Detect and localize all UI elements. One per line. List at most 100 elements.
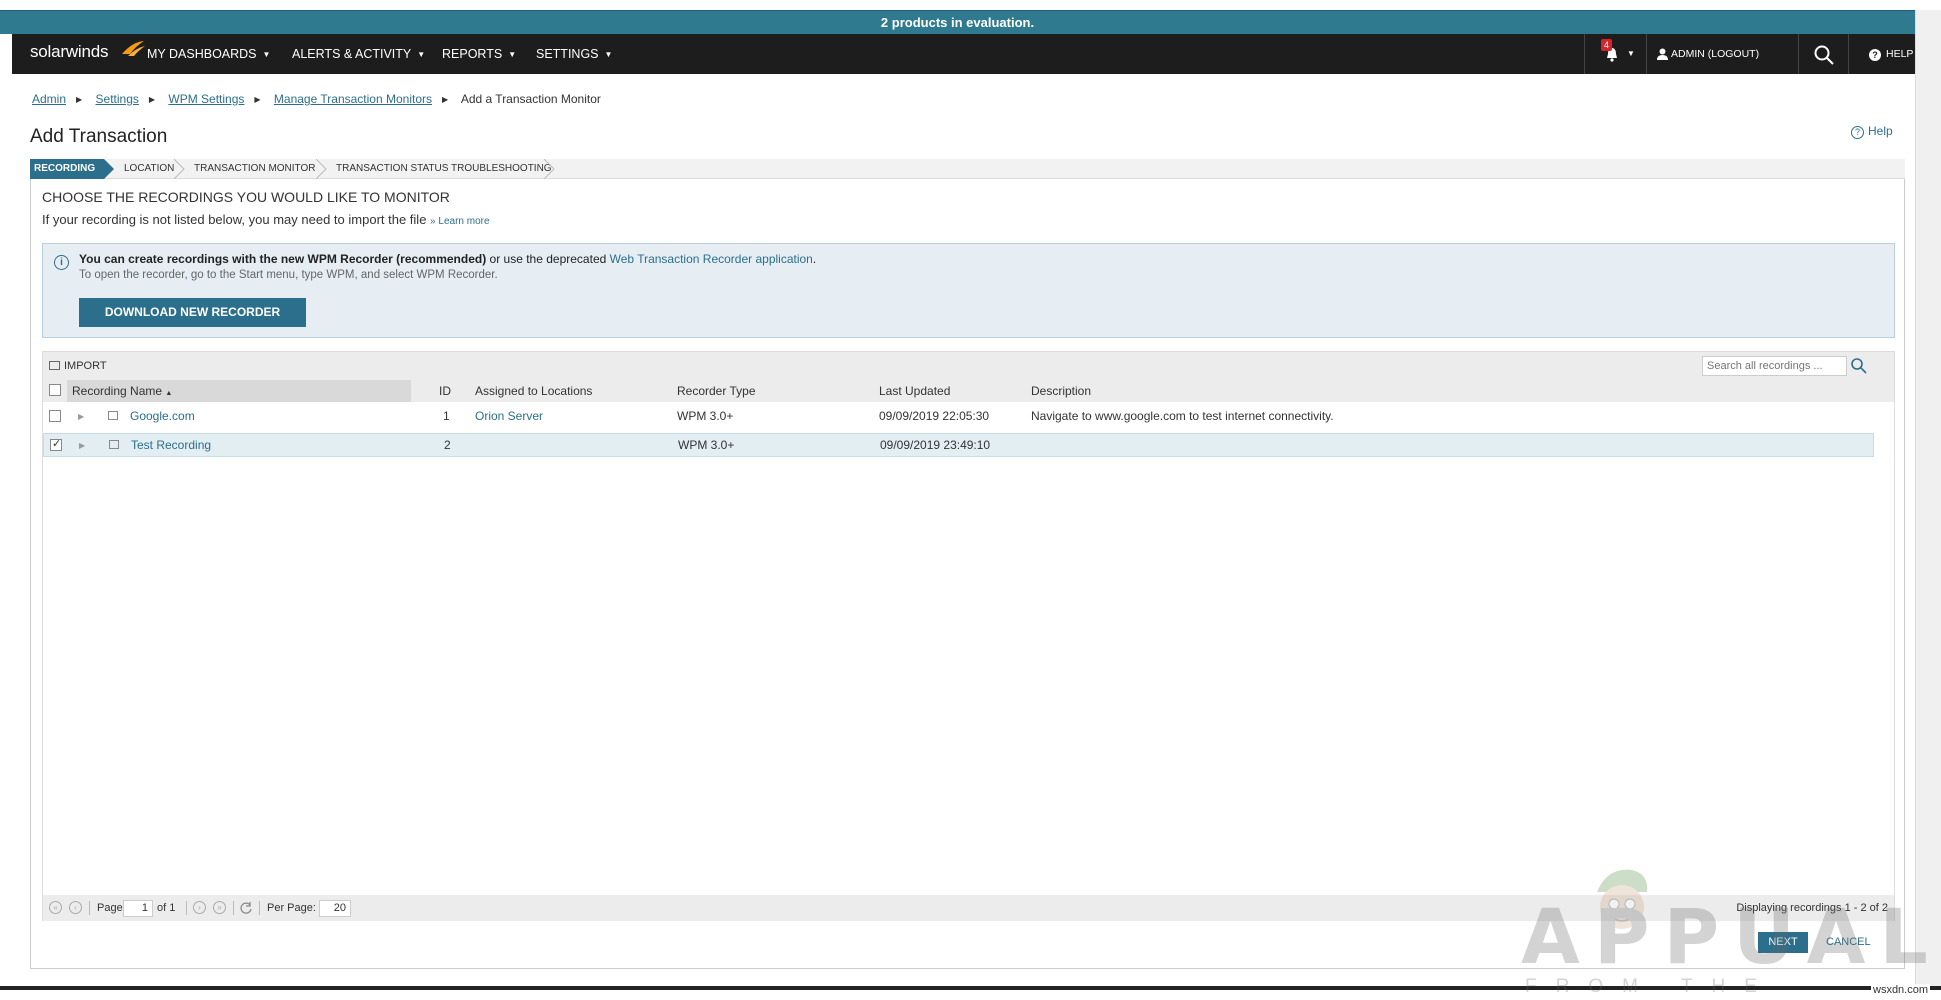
- info-line2: To open the recorder, go to the Start me…: [79, 269, 498, 281]
- per-page-label: Per Page:: [267, 902, 316, 914]
- help-label: HELP: [1886, 48, 1914, 60]
- per-page-input[interactable]: 20: [319, 900, 351, 917]
- expand-row-icon[interactable]: ▶: [79, 441, 85, 450]
- nav-alerts-activity-label: ALERTS & ACTIVITY: [292, 47, 412, 61]
- row-checkbox[interactable]: [50, 437, 62, 451]
- recordings-grid: IMPORT Recording Name ▲ ID Assigned to L…: [42, 351, 1895, 921]
- content-panel: CHOOSE THE RECORDINGS YOU WOULD LIKE TO …: [30, 179, 1905, 969]
- breadcrumb-separator-icon: ▶: [254, 95, 261, 104]
- column-assigned-locations[interactable]: Assigned to Locations: [475, 380, 592, 402]
- section-subtext: If your recording is not listed below, y…: [42, 212, 490, 227]
- page-of-label: of 1: [157, 902, 176, 914]
- refresh-icon[interactable]: [239, 901, 253, 915]
- page-label: Page: [97, 902, 123, 914]
- page-number-input[interactable]: 1: [123, 900, 153, 917]
- appuals-watermark: APPUALS FROM THE EXPERTS: [1515, 862, 1941, 1000]
- subtext-label: If your recording is not listed below, y…: [42, 212, 427, 227]
- search-recordings-input[interactable]: [1702, 356, 1847, 376]
- wizard-step-location: LOCATION: [124, 163, 175, 174]
- info-bold-text: You can create recordings with the new W…: [79, 252, 487, 266]
- pager-divider: [89, 901, 90, 915]
- search-icon[interactable]: [1849, 356, 1869, 376]
- expand-row-icon[interactable]: ▶: [78, 412, 84, 421]
- column-description[interactable]: Description: [1031, 380, 1091, 402]
- search-icon: [1814, 45, 1834, 65]
- admin-logout-button[interactable]: ADMIN (LOGOUT): [1646, 34, 1798, 74]
- recording-icon: [108, 411, 118, 420]
- nav-my-dashboards[interactable]: MY DASHBOARDS ▼: [147, 34, 270, 74]
- last-updated: 09/09/2019 22:05:30: [879, 409, 990, 423]
- previous-page-icon[interactable]: ‹: [69, 901, 82, 914]
- first-page-icon[interactable]: «: [49, 901, 62, 914]
- last-updated: 09/09/2019 23:49:10: [880, 438, 991, 452]
- window-scrollbar[interactable]: [1915, 10, 1941, 990]
- page-help-link[interactable]: ? Help: [1851, 124, 1893, 139]
- wizard-step-troubleshooting: TRANSACTION STATUS TROUBLESHOOTING: [336, 163, 552, 174]
- assigned-location-link[interactable]: Orion Server: [475, 404, 543, 428]
- download-recorder-button[interactable]: DOWNLOAD NEW RECORDER: [79, 298, 306, 327]
- import-icon: [49, 361, 60, 370]
- column-id[interactable]: ID: [439, 380, 451, 402]
- breadcrumb-separator-icon: ▶: [76, 95, 83, 104]
- recorder-info-box: i You can create recordings with the new…: [42, 243, 1895, 338]
- recorder-type: WPM 3.0+: [678, 438, 735, 452]
- breadcrumb-manage-transaction-monitors[interactable]: Manage Transaction Monitors: [274, 92, 432, 106]
- nav-reports[interactable]: REPORTS ▼: [442, 34, 516, 74]
- breadcrumb-settings[interactable]: Settings: [96, 92, 139, 106]
- page-help-label: Help: [1868, 124, 1893, 138]
- nav-alerts-activity[interactable]: ALERTS & ACTIVITY ▼: [292, 34, 425, 74]
- wizard-step-recording: RECORDING: [30, 159, 104, 179]
- chevron-down-icon: ▼: [417, 50, 426, 59]
- solarwinds-logo[interactable]: solarwinds: [30, 41, 145, 62]
- select-all-checkbox[interactable]: [49, 384, 61, 396]
- recording-id: 1: [443, 409, 450, 423]
- recording-description: Navigate to www.google.com to test inter…: [1031, 409, 1334, 423]
- logo-swoosh-icon: [122, 41, 145, 56]
- grid-header: Recording Name ▲ ID Assigned to Location…: [43, 380, 1894, 402]
- notifications-button[interactable]: 4 ▼: [1584, 34, 1646, 74]
- breadcrumb-wpm-settings[interactable]: WPM Settings: [168, 92, 244, 106]
- next-page-icon[interactable]: ›: [193, 901, 206, 914]
- nav-my-dashboards-label: MY DASHBOARDS: [147, 47, 257, 61]
- page-title: Add Transaction: [30, 126, 168, 147]
- pager-divider: [233, 901, 234, 915]
- nav-settings[interactable]: SETTINGS ▼: [536, 34, 612, 74]
- column-recorder-type[interactable]: Recorder Type: [677, 380, 756, 402]
- breadcrumb-admin[interactable]: Admin: [32, 92, 66, 106]
- import-button[interactable]: IMPORT: [49, 360, 107, 372]
- help-icon: ?: [1851, 126, 1864, 139]
- chevron-down-icon: ▼: [262, 50, 271, 59]
- column-recording-name[interactable]: Recording Name ▲: [72, 380, 172, 402]
- breadcrumb-current: Add a Transaction Monitor: [460, 92, 601, 106]
- admin-logout-label: ADMIN (LOGOUT): [1671, 48, 1760, 60]
- chevron-down-icon: ▼: [508, 50, 517, 59]
- site-watermark: wsxdn.com: [1871, 984, 1931, 996]
- breadcrumb: Admin ▶ Settings ▶ WPM Settings ▶ Manage Tr…: [32, 92, 601, 106]
- global-search-button[interactable]: [1798, 34, 1848, 74]
- breadcrumb-separator-icon: ▶: [442, 95, 449, 104]
- grid-toolbar: IMPORT: [43, 352, 1894, 380]
- row-checkbox[interactable]: [49, 410, 61, 422]
- column-last-updated[interactable]: Last Updated: [879, 380, 950, 402]
- recording-id: 2: [444, 438, 451, 452]
- info-middle-text: or use the deprecated: [486, 252, 610, 266]
- alert-count-badge: 4: [1601, 39, 1613, 51]
- learn-more-link[interactable]: » Learn more: [430, 216, 489, 227]
- breadcrumb-separator-icon: ▶: [148, 95, 156, 104]
- chevron-down-icon: ▼: [604, 50, 613, 59]
- recording-icon: [109, 440, 119, 449]
- wizard-steps: RECORDING LOCATION TRANSACTION MONITOR T…: [30, 159, 1905, 179]
- help-icon: ?: [1869, 49, 1881, 61]
- sort-asc-icon: ▲: [165, 390, 173, 397]
- table-row[interactable]: ▶ Test Recording 2 WPM 3.0+ 09/09/2019 2…: [43, 433, 1874, 457]
- last-page-icon[interactable]: »: [213, 901, 226, 914]
- wizard-step-transaction-monitor: TRANSACTION MONITOR: [194, 163, 316, 174]
- recording-name-link[interactable]: Google.com: [130, 404, 195, 428]
- recording-name-link[interactable]: Test Recording: [131, 433, 211, 457]
- evaluation-banner[interactable]: 2 products in evaluation.: [0, 10, 1915, 34]
- help-button[interactable]: ? HELP: [1848, 34, 1914, 74]
- web-transaction-recorder-link[interactable]: Web Transaction Recorder application: [610, 252, 813, 266]
- pager-divider: [259, 901, 260, 915]
- table-row[interactable]: ▶ Google.com 1 Orion Server WPM 3.0+ 09/…: [43, 404, 1874, 428]
- chevron-down-icon: ▼: [1627, 49, 1635, 58]
